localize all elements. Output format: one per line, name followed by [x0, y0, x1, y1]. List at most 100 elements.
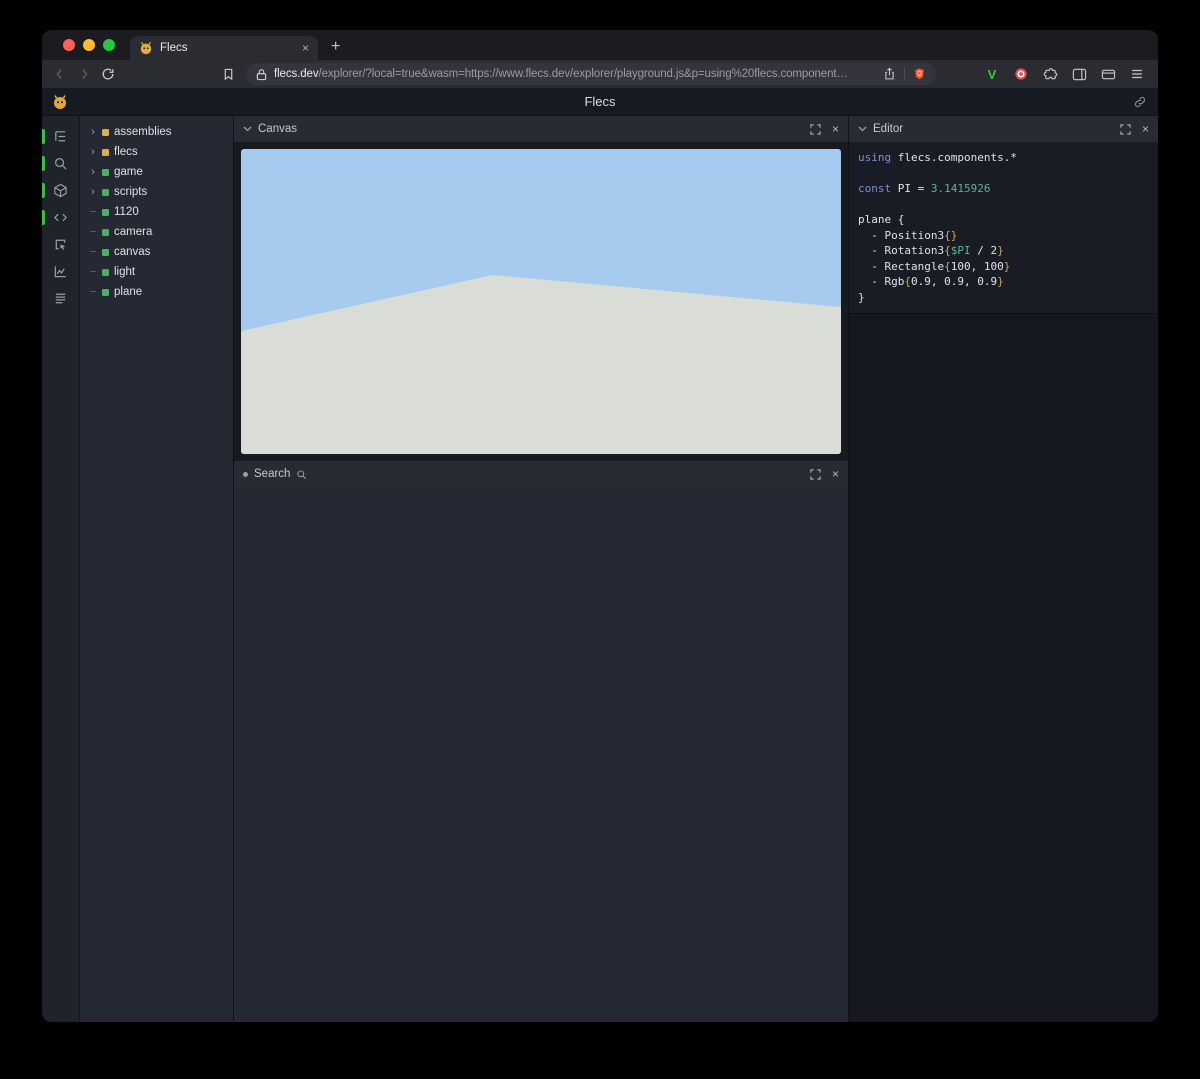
sidebar-stats-icon[interactable]: [42, 258, 80, 285]
entity-tree: ›assemblies›flecs›game›scripts–1120–came…: [80, 116, 234, 1022]
sidebar-code-icon[interactable]: [42, 204, 80, 231]
code-line: [858, 197, 1149, 213]
window-controls: [63, 39, 115, 51]
browser-toolbar: flecs.dev /explorer/?local=true&wasm=htt…: [42, 60, 1158, 88]
sidebar-panel-icon[interactable]: [1068, 63, 1090, 85]
code-line: }: [858, 290, 1149, 306]
back-icon[interactable]: [48, 62, 72, 86]
canvas-scene[interactable]: [241, 149, 841, 454]
url-path: /explorer/?local=true&wasm=https://www.f…: [318, 68, 847, 80]
share-icon[interactable]: [883, 67, 896, 81]
entity-color-square: [102, 149, 109, 156]
tree-item-canvas[interactable]: –canvas: [80, 242, 233, 262]
expand-arrow-icon[interactable]: ›: [89, 167, 97, 178]
reload-icon[interactable]: [96, 62, 120, 86]
tab-close-icon[interactable]: ×: [302, 42, 309, 54]
tree-item-assemblies[interactable]: ›assemblies: [80, 122, 233, 142]
close-icon[interactable]: ×: [832, 468, 839, 480]
flecs-logo-icon: [52, 94, 68, 110]
app-title: Flecs: [42, 94, 1158, 109]
editor-code[interactable]: using flecs.components.* const PI = 3.14…: [849, 142, 1158, 314]
sidebar-search-icon[interactable]: [42, 150, 80, 177]
code-line: - Position3{}: [858, 228, 1149, 244]
entity-color-square: [102, 269, 109, 276]
sidebar-inspect-icon[interactable]: [42, 231, 80, 258]
chevron-down-icon[interactable]: [243, 126, 252, 132]
code-line: - Rectangle{100, 100}: [858, 259, 1149, 275]
tree-item-game[interactable]: ›game: [80, 162, 233, 182]
tree-item-plane[interactable]: –plane: [80, 282, 233, 302]
sidebar-icon-strip: [42, 116, 80, 1022]
browser-tab-bar: Flecs × +: [42, 30, 1158, 60]
leaf-dash-icon: –: [89, 287, 97, 297]
status-dot-icon: [243, 472, 248, 477]
browser-window: Flecs × + flecs.dev /explorer/?local=tru…: [42, 30, 1158, 1022]
browser-tab[interactable]: Flecs ×: [130, 36, 318, 60]
sidebar-tree-icon[interactable]: [42, 123, 80, 150]
record-extension-icon[interactable]: [1010, 63, 1032, 85]
canvas-ground-plane: [241, 149, 841, 454]
editor-panel-header: Editor ×: [849, 116, 1158, 142]
search-panel-body: [234, 487, 848, 1022]
search-panel-header: Search ×: [234, 461, 848, 487]
tree-item-label: camera: [114, 226, 152, 238]
code-line: const PI = 3.1415926: [858, 181, 1149, 197]
leaf-dash-icon: –: [89, 207, 97, 217]
entity-color-square: [102, 189, 109, 196]
code-line: using flecs.components.*: [858, 150, 1149, 166]
entity-color-square: [102, 129, 109, 136]
url-text: flecs.dev /explorer/?local=true&wasm=htt…: [274, 68, 875, 80]
flecs-favicon-icon: [139, 41, 153, 55]
tree-item-1120[interactable]: – 1120: [80, 202, 233, 222]
expand-arrow-icon[interactable]: ›: [89, 147, 97, 158]
lock-icon: [256, 68, 267, 81]
brave-shield-icon[interactable]: [913, 67, 926, 81]
code-line: [858, 166, 1149, 182]
entity-color-square: [102, 229, 109, 236]
tree-item-flecs[interactable]: ›flecs: [80, 142, 233, 162]
expand-arrow-icon[interactable]: ›: [89, 127, 97, 138]
canvas-panel-header: Canvas ×: [234, 116, 848, 142]
tree-item-label: 1120: [114, 206, 139, 218]
expand-icon[interactable]: [1120, 124, 1131, 135]
close-icon[interactable]: ×: [832, 123, 839, 135]
v-extension-icon[interactable]: V: [981, 63, 1003, 85]
entity-color-square: [102, 249, 109, 256]
middle-column: Canvas × Search: [234, 116, 848, 1022]
bookmark-icon[interactable]: [216, 62, 240, 86]
sidebar-log-icon[interactable]: [42, 285, 80, 312]
expand-icon[interactable]: [810, 469, 821, 480]
forward-icon[interactable]: [72, 62, 96, 86]
close-icon[interactable]: ×: [1142, 123, 1149, 135]
share-link-icon[interactable]: [1133, 95, 1147, 109]
close-window-button[interactable]: [63, 39, 75, 51]
extension-cluster: V: [981, 63, 1148, 85]
extensions-puzzle-icon[interactable]: [1039, 63, 1061, 85]
wallet-card-icon[interactable]: [1097, 63, 1119, 85]
entity-color-square: [102, 169, 109, 176]
canvas-panel-title: Canvas: [258, 123, 297, 135]
tree-item-scripts[interactable]: › scripts: [80, 182, 233, 202]
zoom-window-button[interactable]: [103, 39, 115, 51]
chevron-down-icon[interactable]: [858, 126, 867, 132]
toolbar-divider: [904, 67, 905, 81]
url-domain: flecs.dev: [274, 68, 318, 80]
expand-arrow-icon[interactable]: ›: [89, 187, 97, 198]
sidebar-box-icon[interactable]: [42, 177, 80, 204]
tree-item-label: scripts: [114, 186, 147, 198]
address-bar[interactable]: flecs.dev /explorer/?local=true&wasm=htt…: [246, 63, 936, 85]
tree-item-label: light: [114, 266, 135, 278]
editor-panel-title: Editor: [873, 123, 903, 135]
leaf-dash-icon: –: [89, 247, 97, 257]
expand-icon[interactable]: [810, 124, 821, 135]
code-line: plane {: [858, 212, 1149, 228]
editor-panel-footer-area: [849, 314, 1158, 1022]
canvas-panel-body: [234, 142, 848, 461]
tree-item-camera[interactable]: –camera: [80, 222, 233, 242]
new-tab-button[interactable]: +: [331, 39, 340, 55]
app-content: ›assemblies›flecs›game›scripts–1120–came…: [42, 116, 1158, 1022]
entity-color-square: [102, 209, 109, 216]
minimize-window-button[interactable]: [83, 39, 95, 51]
menu-icon[interactable]: [1126, 63, 1148, 85]
tree-item-light[interactable]: –light: [80, 262, 233, 282]
